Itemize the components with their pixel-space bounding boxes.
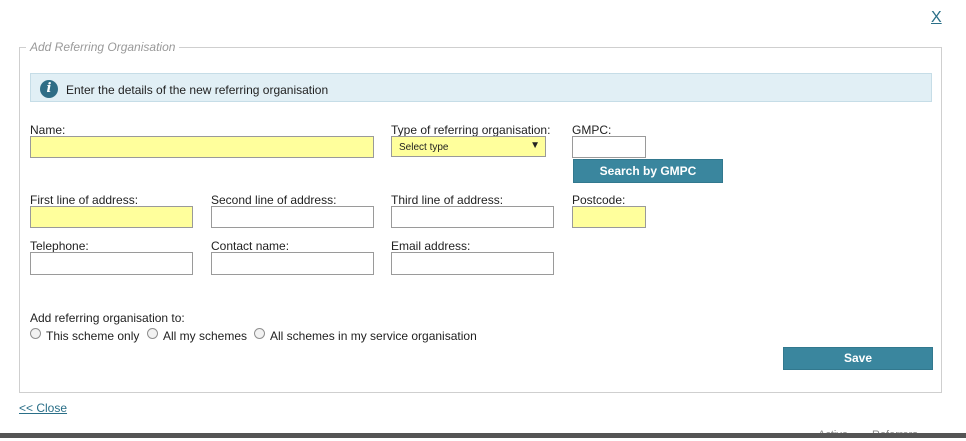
email-label: Email address: [391, 239, 471, 253]
triangle-down-icon: ▼ [530, 140, 540, 151]
info-banner: i Enter the details of the new referring… [30, 73, 932, 102]
gmpc-label: GMPC: [572, 123, 612, 137]
telephone-input[interactable] [30, 252, 193, 275]
name-label: Name: [30, 123, 66, 137]
close-link[interactable]: << Close [19, 401, 67, 415]
radio-label-this-scheme-only: This scheme only [46, 329, 140, 343]
address2-input[interactable] [211, 206, 374, 228]
type-select[interactable]: Select type ▼ [391, 136, 546, 157]
radio-label-all-my-schemes: All my schemes [163, 329, 248, 343]
close-x-link[interactable]: X [931, 9, 942, 27]
background-page-edge [0, 433, 966, 438]
type-label: Type of referring organisation: [391, 123, 551, 137]
radio-all-my-schemes[interactable] [147, 328, 158, 339]
radio-this-scheme-only[interactable] [30, 328, 41, 339]
save-button[interactable]: Save [783, 347, 933, 370]
telephone-label: Telephone: [30, 239, 89, 253]
panel-legend: Add Referring Organisation [30, 40, 176, 54]
postcode-label: Postcode: [572, 193, 626, 207]
contact-input[interactable] [211, 252, 374, 275]
radio-label-all-schemes-service-org: All schemes in my service organisation [270, 329, 477, 343]
info-text: Enter the details of the new referring o… [66, 83, 329, 97]
address2-label: Second line of address: [211, 193, 337, 207]
scope-label: Add referring organisation to: [30, 311, 185, 325]
type-select-value: Select type [399, 142, 449, 153]
radio-all-schemes-service-org[interactable] [254, 328, 265, 339]
address3-label: Third line of address: [391, 193, 504, 207]
info-circle-icon: i [40, 80, 58, 98]
address3-input[interactable] [391, 206, 554, 228]
search-by-gmpc-button[interactable]: Search by GMPC [573, 159, 723, 183]
contact-label: Contact name: [211, 239, 290, 253]
address1-label: First line of address: [30, 193, 139, 207]
address1-input[interactable] [30, 206, 193, 228]
email-input[interactable] [391, 252, 554, 275]
name-input[interactable] [30, 136, 374, 158]
gmpc-input[interactable] [572, 136, 646, 158]
postcode-input[interactable] [572, 206, 646, 228]
